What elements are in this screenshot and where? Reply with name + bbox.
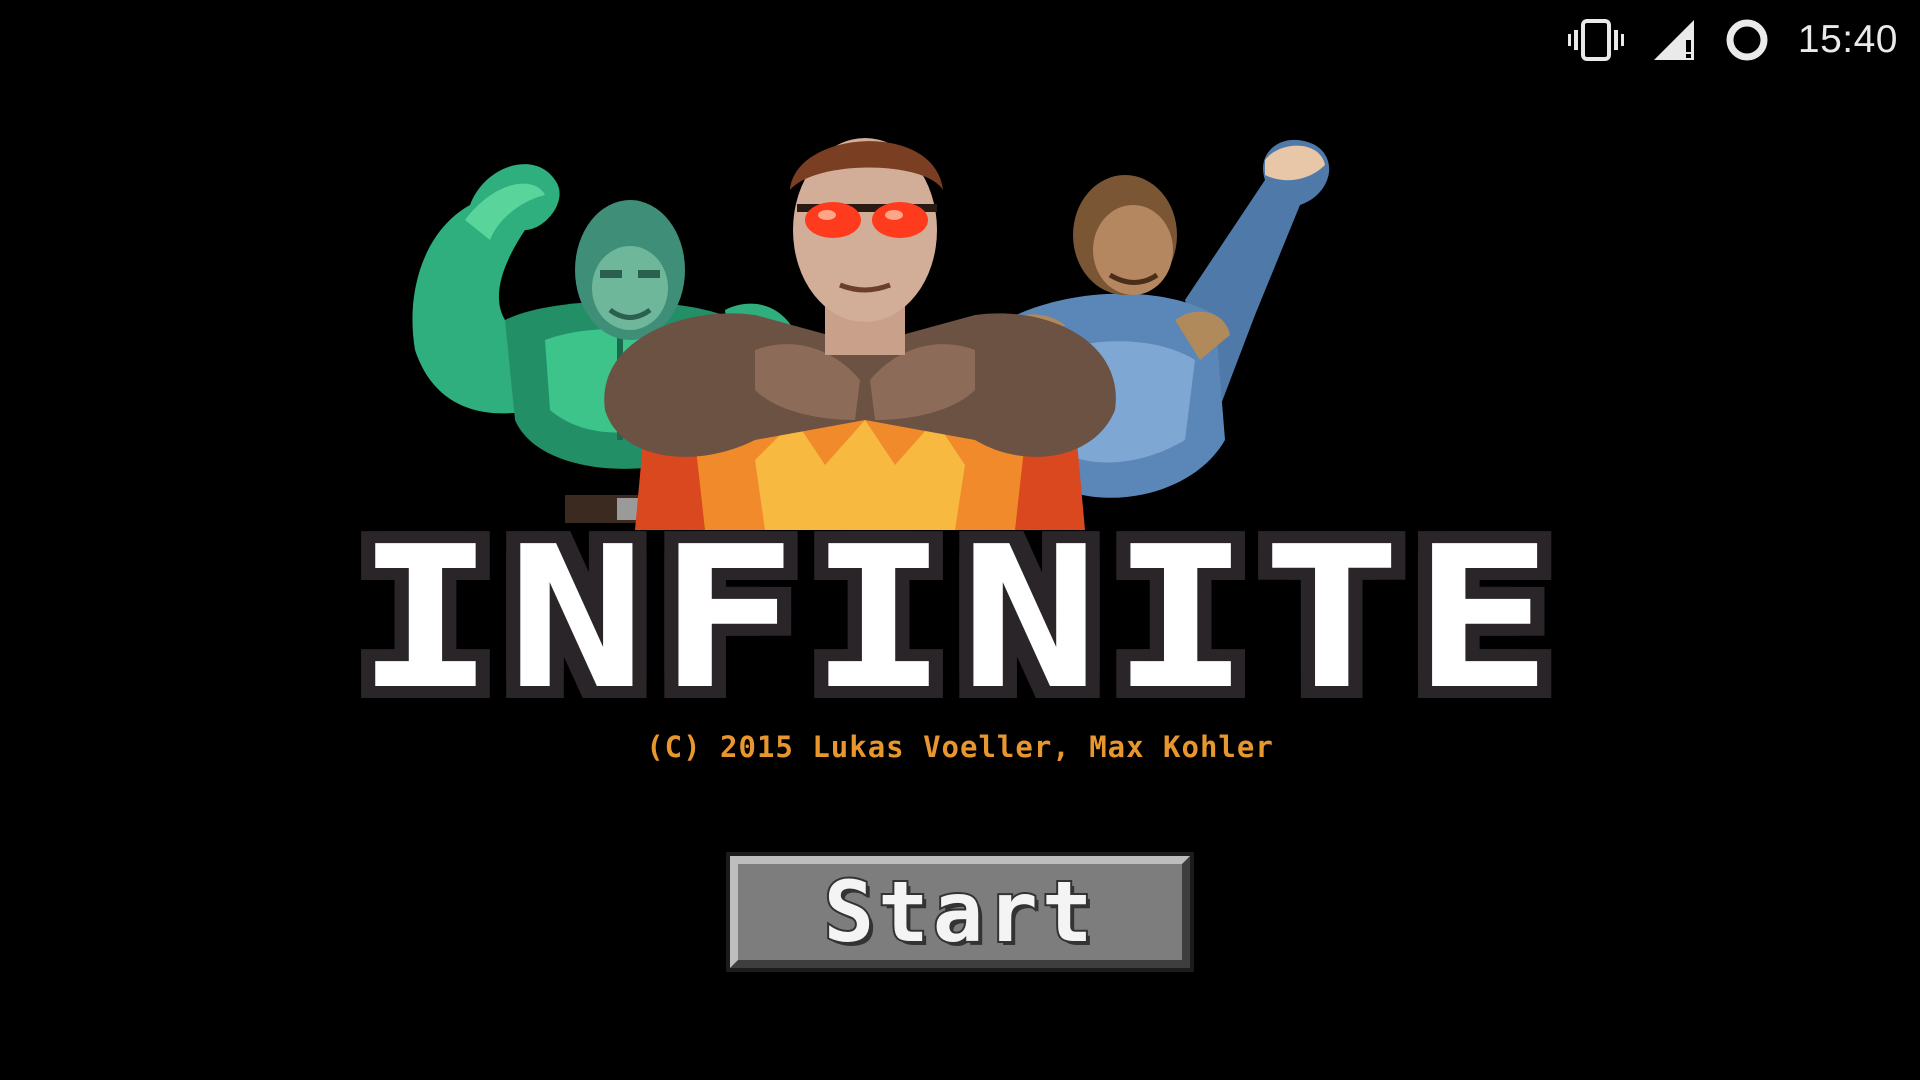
cell-signal-icon (1652, 18, 1696, 62)
status-bar: 15:40 (1567, 0, 1920, 80)
game-title: INFINITE (350, 505, 1565, 733)
game-screen: 15:40 INFINITE (C) 2015 Lukas Voeller, M… (0, 0, 1920, 1080)
start-button-label: Start (822, 861, 1097, 963)
status-time: 15:40 (1797, 18, 1898, 61)
hero-artwork (395, 120, 1515, 530)
copyright-text: (C) 2015 Lukas Voeller, Max Kohler (646, 730, 1274, 764)
vibrate-icon (1567, 18, 1624, 62)
start-button[interactable]: Start (726, 852, 1194, 972)
loading-ring-icon (1724, 17, 1770, 63)
red-glasses-hero (604, 138, 1116, 530)
